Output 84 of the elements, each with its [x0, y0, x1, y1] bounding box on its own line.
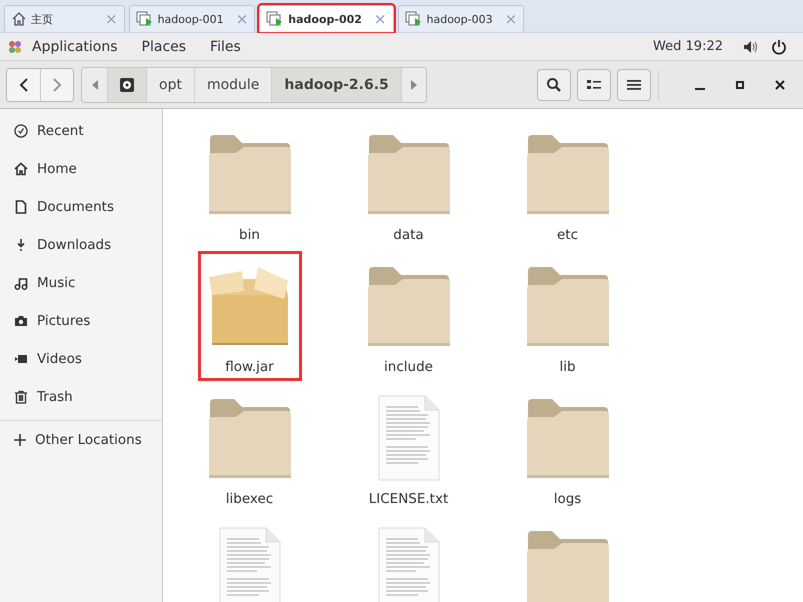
home-icon	[11, 11, 27, 27]
home-icon	[14, 162, 28, 176]
sidebar-item[interactable]: Documents	[0, 188, 162, 226]
videos-icon	[14, 352, 28, 366]
documents-icon	[14, 200, 28, 214]
file-item[interactable]: lib	[516, 251, 620, 381]
sidebar-label: Home	[37, 161, 77, 177]
tab[interactable]: hadoop-003 ×	[398, 5, 524, 32]
sidebar-label: Videos	[37, 351, 82, 367]
pictures-icon	[14, 314, 28, 328]
volume-icon[interactable]	[743, 40, 759, 54]
file-item[interactable]: etc	[516, 119, 620, 249]
tab-label: hadoop-001	[158, 12, 224, 26]
file-name: LICENSE.txt	[368, 491, 448, 507]
text-file-icon	[378, 395, 440, 481]
search-icon	[546, 76, 562, 92]
list-view-icon	[587, 78, 601, 90]
applications-icon	[8, 40, 22, 54]
minimize-icon	[695, 88, 705, 90]
top-menu[interactable]: Applications	[32, 38, 118, 54]
sidebar-item[interactable]: Trash	[0, 378, 162, 416]
search-button[interactable]	[537, 68, 571, 100]
scroll-right-button[interactable]	[400, 68, 426, 102]
file-item[interactable]: bin	[198, 119, 302, 249]
sidebar-label: Downloads	[37, 237, 112, 253]
tab[interactable]: hadoop-002 ×	[259, 5, 394, 32]
file-name: logs	[554, 491, 582, 507]
virtual-machine-icon	[136, 11, 154, 27]
file-item[interactable]: flow.jar	[198, 251, 302, 381]
virtual-machine-icon	[266, 11, 284, 27]
top-menu[interactable]: Files	[210, 38, 241, 54]
chevron-right-icon	[52, 78, 62, 92]
menu-button[interactable]	[617, 68, 651, 100]
tab-label: hadoop-002	[288, 12, 362, 26]
sidebar-item[interactable]: Music	[0, 264, 162, 302]
file-name: flow.jar	[225, 359, 274, 375]
sidebar-item[interactable]: Other Locations	[0, 421, 162, 459]
file-item[interactable]: LICENSE.txt	[356, 383, 460, 513]
path-segment[interactable]: hadoop-2.6.5	[271, 68, 401, 102]
sidebar-label: Recent	[37, 123, 84, 139]
file-name: etc	[556, 227, 578, 243]
file-item[interactable]: logs	[516, 383, 620, 513]
sidebar-label: Other Locations	[35, 432, 142, 448]
trash-icon	[14, 390, 28, 404]
triangle-left-icon	[92, 80, 98, 90]
sidebar-label: Documents	[37, 199, 114, 215]
file-item[interactable]: data	[356, 119, 460, 249]
file-name: libexec	[226, 491, 274, 507]
sidebar-item[interactable]: Videos	[0, 340, 162, 378]
file-name: data	[393, 227, 424, 243]
tab[interactable]: hadoop-001 ×	[128, 5, 256, 32]
power-icon[interactable]	[771, 38, 787, 54]
music-icon	[14, 276, 28, 290]
menu-icon	[627, 78, 641, 90]
sidebar-item[interactable]: Home	[0, 150, 162, 188]
top-menu[interactable]: Places	[142, 38, 186, 54]
clock[interactable]: Wed 19:22	[653, 39, 723, 54]
chevron-left-icon	[18, 78, 28, 92]
drive-icon	[119, 76, 135, 92]
drive-button[interactable]	[107, 68, 146, 102]
tab-label: hadoop-003	[426, 12, 493, 26]
sidebar-item[interactable]: Downloads	[0, 226, 162, 264]
back-button[interactable]	[7, 68, 40, 100]
tab[interactable]: 主页 ×	[4, 5, 125, 32]
view-options-button[interactable]	[577, 68, 611, 100]
virtual-machine-icon	[404, 11, 422, 27]
maximize-icon	[736, 80, 744, 88]
sidebar-label: Music	[37, 275, 76, 291]
file-item[interactable]: libexec	[198, 383, 302, 513]
file-name: include	[384, 359, 433, 375]
triangle-right-icon	[410, 80, 417, 90]
file-item[interactable]: include	[356, 251, 460, 381]
tab-label: 主页	[31, 12, 54, 26]
path-segment[interactable]: module	[194, 68, 272, 102]
close-icon	[775, 80, 785, 90]
file-name: bin	[239, 227, 260, 243]
sidebar-item[interactable]: Recent	[0, 112, 162, 150]
path-segment[interactable]: opt	[146, 68, 194, 102]
plus-icon	[14, 434, 26, 446]
sidebar-label: Trash	[37, 389, 73, 405]
file-name: lib	[559, 359, 576, 375]
sidebar-label: Pictures	[37, 313, 90, 329]
recent-icon	[14, 124, 28, 138]
sidebar-item[interactable]: Pictures	[0, 302, 162, 340]
